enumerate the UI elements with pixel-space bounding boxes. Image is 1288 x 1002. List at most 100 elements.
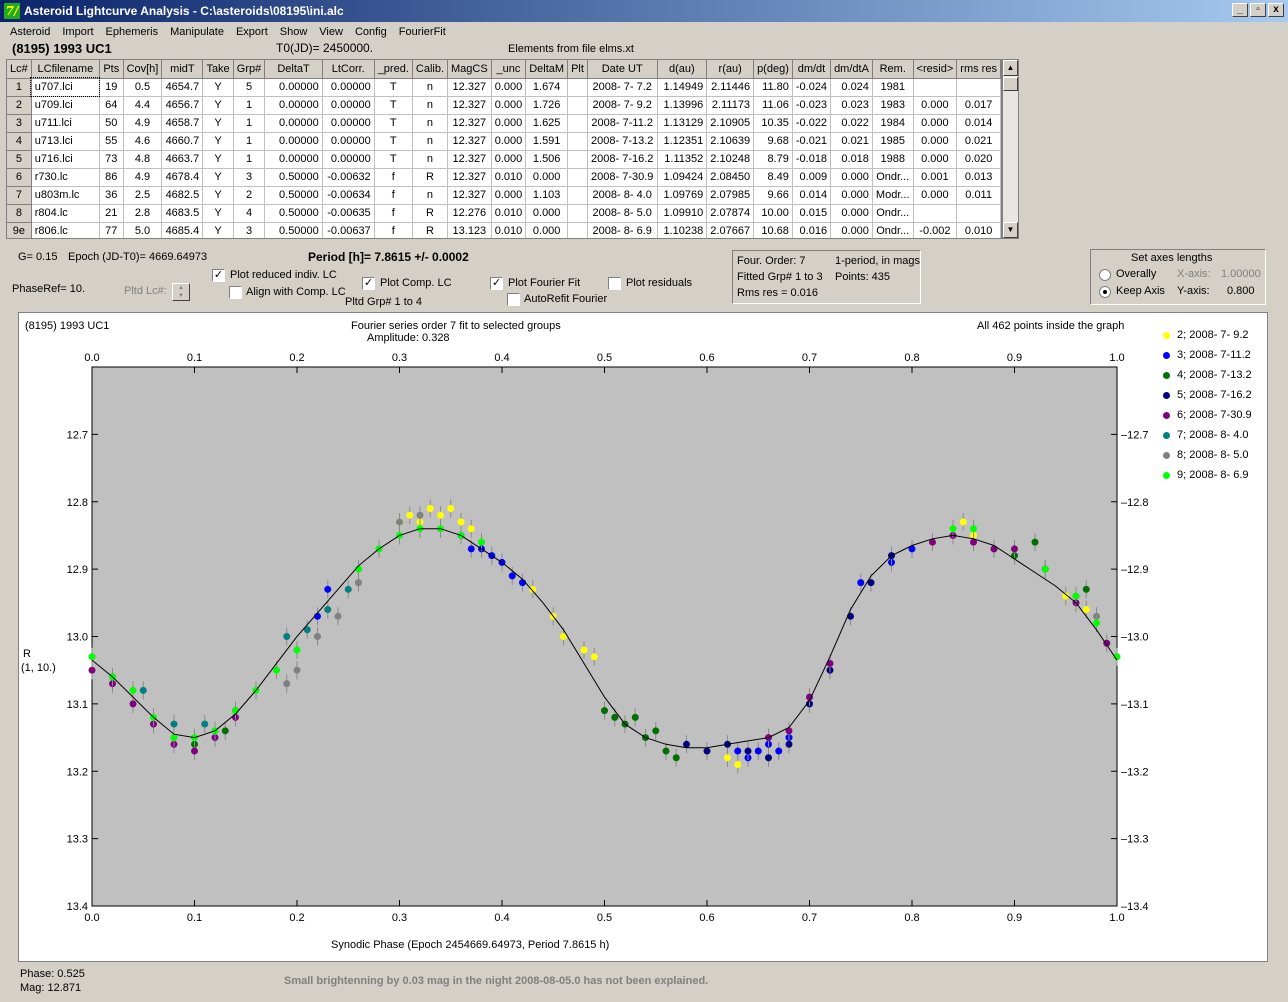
- table-cell[interactable]: 1985: [872, 132, 914, 151]
- table-cell[interactable]: R: [412, 204, 449, 223]
- row-header[interactable]: 1: [7, 78, 32, 97]
- table-cell[interactable]: 2008- 8- 6.9: [587, 222, 658, 238]
- table-cell[interactable]: 0.020: [956, 150, 1001, 169]
- table-cell[interactable]: R: [412, 168, 449, 187]
- table-cell[interactable]: 10.00: [753, 204, 793, 223]
- table-cell[interactable]: 3: [233, 222, 266, 238]
- table-cell[interactable]: 12.327: [447, 186, 492, 205]
- table-cell[interactable]: 12.327: [447, 78, 492, 97]
- column-header[interactable]: dm/dt: [792, 60, 832, 79]
- table-cell[interactable]: 2.8: [123, 204, 163, 223]
- table-cell[interactable]: 0.011: [956, 186, 1001, 205]
- column-header[interactable]: d(au): [657, 60, 708, 79]
- column-header[interactable]: midT: [161, 60, 204, 79]
- plot-reduced-checkbox[interactable]: ✓: [212, 269, 225, 282]
- table-cell[interactable]: 2008- 7-16.2: [587, 150, 658, 169]
- table-cell[interactable]: [567, 150, 588, 169]
- table-scrollbar[interactable]: ▲ ▼: [1002, 59, 1019, 239]
- column-header[interactable]: MagCS: [447, 60, 492, 79]
- table-cell[interactable]: 0.010: [491, 204, 527, 223]
- table-cell[interactable]: Y: [202, 168, 234, 187]
- row-header[interactable]: 5: [7, 150, 32, 169]
- table-cell[interactable]: u713.lci: [31, 132, 100, 151]
- table-cell[interactable]: T: [374, 96, 413, 115]
- table-cell[interactable]: T: [374, 114, 413, 133]
- table-cell[interactable]: 2008- 7-30.9: [587, 168, 658, 187]
- menu-fourierfit[interactable]: FourierFit: [393, 26, 452, 38]
- table-row[interactable]: 7 u803m.lc 36 2.5 4682.5 Y 2 0.50000 -0.00634 f n 1…: [7, 186, 1001, 205]
- column-header[interactable]: _pred.: [374, 60, 413, 79]
- table-row[interactable]: 5 u716.lci 73 4.8 4663.7 Y 1 0.00000 0.00000 Tn 12…: [7, 150, 1001, 169]
- table-cell[interactable]: 64: [99, 96, 124, 115]
- table-cell[interactable]: n: [412, 96, 449, 115]
- table-cell[interactable]: [567, 96, 588, 115]
- table-cell[interactable]: 11.80: [753, 78, 793, 97]
- table-cell[interactable]: 0.015: [792, 204, 832, 223]
- table-cell[interactable]: 3: [233, 168, 266, 187]
- table-cell[interactable]: n: [412, 186, 449, 205]
- table-cell[interactable]: 1: [233, 150, 266, 169]
- menu-ephemeris[interactable]: Ephemeris: [100, 26, 165, 38]
- table-cell[interactable]: 77: [99, 222, 124, 238]
- y-axis-input[interactable]: 0.800: [1227, 285, 1255, 297]
- table-cell[interactable]: f: [374, 186, 413, 205]
- column-header[interactable]: _unc: [491, 60, 527, 79]
- table-cell[interactable]: 0.023: [830, 96, 873, 115]
- table-cell[interactable]: 0.000: [491, 78, 527, 97]
- table-cell[interactable]: 0.021: [830, 132, 873, 151]
- table-cell[interactable]: 9.68: [753, 132, 793, 151]
- table-cell[interactable]: 1.591: [525, 132, 569, 151]
- table-cell[interactable]: Ondr...: [872, 168, 914, 187]
- table-cell[interactable]: 4678.4: [161, 168, 204, 187]
- table-cell[interactable]: 0.00000: [322, 96, 375, 115]
- table-cell[interactable]: 4.6: [123, 132, 163, 151]
- table-cell[interactable]: [913, 204, 958, 223]
- table-cell[interactable]: 4683.5: [161, 204, 204, 223]
- table-cell[interactable]: r804.lc: [31, 204, 100, 223]
- table-row[interactable]: 9e r806.lc 77 5.0 4685.4 Y 3 0.50000 -0.00637 f R 1…: [7, 222, 1001, 238]
- table-cell[interactable]: 0.000: [913, 96, 958, 115]
- column-header[interactable]: Plt: [567, 60, 588, 79]
- table-cell[interactable]: u709.lci: [31, 96, 100, 115]
- table-cell[interactable]: 2.10248: [706, 150, 755, 169]
- table-cell[interactable]: [567, 186, 588, 205]
- table-cell[interactable]: 1.10238: [657, 222, 708, 238]
- menu-asteroid[interactable]: Asteroid: [4, 26, 56, 38]
- table-cell[interactable]: 0.50000: [264, 222, 323, 238]
- lightcurve-plot[interactable]: 0.0 0.0 0.1 0.1 0.2 0.2 0.3 0.3 0.4 0.4 0.5 0.5 0.6 0…: [18, 312, 1268, 962]
- table-cell[interactable]: 12.327: [447, 96, 492, 115]
- row-header[interactable]: 6: [7, 168, 32, 187]
- row-header[interactable]: 9e: [7, 222, 32, 238]
- table-cell[interactable]: 2008- 8- 4.0: [587, 186, 658, 205]
- pltd-lc-spinner[interactable]: ▲ ▼: [172, 283, 190, 301]
- table-cell[interactable]: 0.000: [913, 150, 958, 169]
- table-cell[interactable]: n: [412, 114, 449, 133]
- table-cell[interactable]: 0.000: [525, 222, 569, 238]
- table-cell[interactable]: 1.726: [525, 96, 569, 115]
- table-cell[interactable]: 0.018: [830, 150, 873, 169]
- table-cell[interactable]: 1: [233, 114, 266, 133]
- table-cell[interactable]: 0.014: [792, 186, 832, 205]
- table-cell[interactable]: 12.327: [447, 168, 492, 187]
- table-cell[interactable]: 5: [233, 78, 266, 97]
- table-cell[interactable]: 1.12351: [657, 132, 708, 151]
- table-cell[interactable]: 21: [99, 204, 124, 223]
- x-axis-input[interactable]: 1.00000: [1221, 268, 1261, 280]
- table-cell[interactable]: u716.lci: [31, 150, 100, 169]
- table-cell[interactable]: 4663.7: [161, 150, 204, 169]
- table-cell[interactable]: 0.50000: [264, 204, 323, 223]
- column-header[interactable]: DeltaM: [525, 60, 569, 79]
- column-header[interactable]: <resid>: [913, 60, 958, 79]
- table-cell[interactable]: 5.0: [123, 222, 163, 238]
- column-header[interactable]: Pts: [99, 60, 124, 79]
- menu-config[interactable]: Config: [349, 26, 393, 38]
- close-button[interactable]: x: [1268, 3, 1284, 17]
- menu-export[interactable]: Export: [230, 26, 274, 38]
- table-cell[interactable]: 4: [233, 204, 266, 223]
- scroll-thumb[interactable]: [1003, 77, 1018, 91]
- table-cell[interactable]: 4660.7: [161, 132, 204, 151]
- table-row[interactable]: 3 u711.lci 50 4.9 4658.7 Y 1 0.00000 0.00000 Tn 12…: [7, 114, 1001, 133]
- table-cell[interactable]: -0.023: [792, 96, 832, 115]
- table-row[interactable]: 8 r804.lc 21 2.8 4683.5 Y 4 0.50000 -0.00635 f R 12…: [7, 204, 1001, 223]
- table-cell[interactable]: [567, 168, 588, 187]
